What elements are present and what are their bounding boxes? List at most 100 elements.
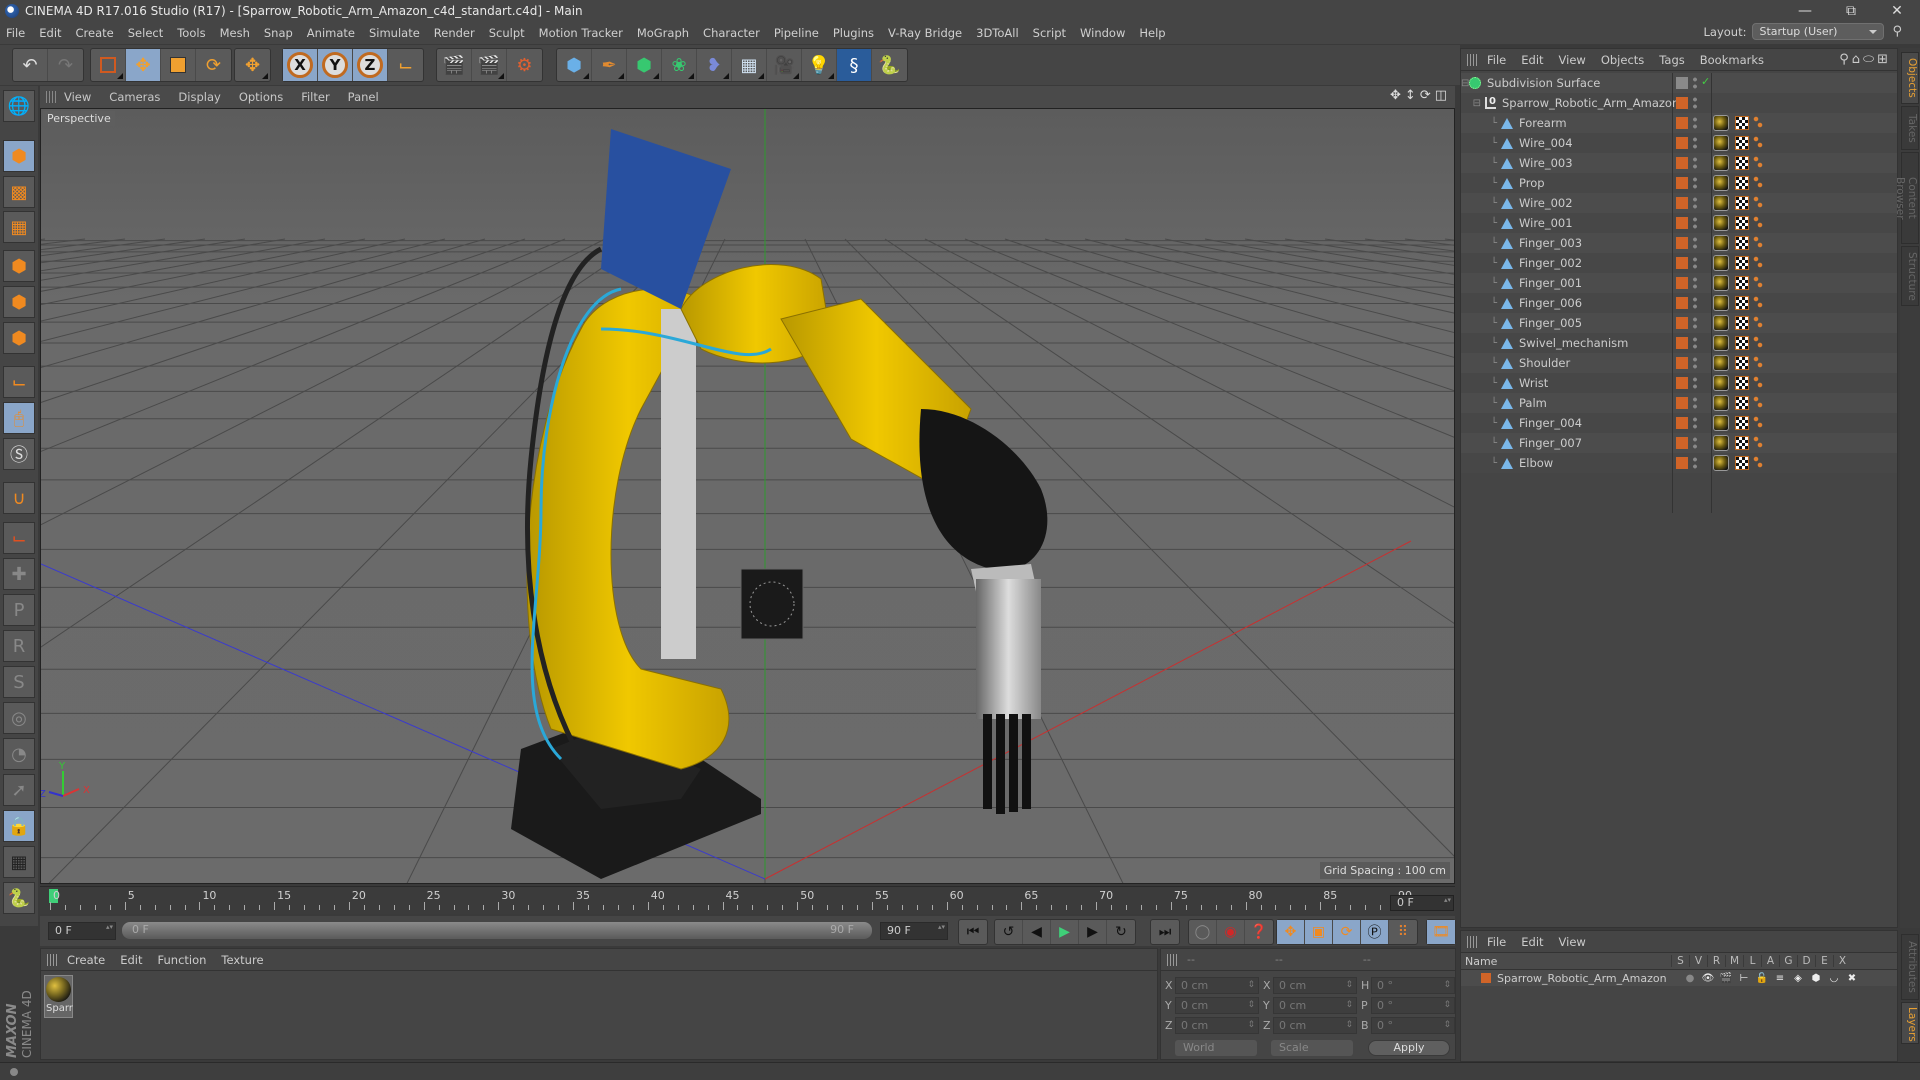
visibility-dots-icon[interactable]	[1693, 96, 1697, 110]
texture-tag-icon[interactable]	[1753, 316, 1763, 330]
layer-color-icon[interactable]	[1676, 337, 1688, 349]
texture-tag-icon[interactable]	[1753, 456, 1763, 470]
size-mode-dropdown[interactable]: Scale	[1271, 1040, 1353, 1056]
lock-toggle-icon[interactable]: 🔓	[1753, 973, 1771, 984]
texture-tag-icon[interactable]	[1753, 416, 1763, 430]
texture-tag-icon[interactable]	[1753, 396, 1763, 410]
script-icon[interactable]: §	[837, 49, 872, 81]
menu-simulate[interactable]: Simulate	[369, 26, 420, 40]
visibility-dots-icon[interactable]	[1693, 116, 1697, 130]
material-tag-icon[interactable]	[1713, 335, 1729, 351]
make-editable-icon[interactable]: 🌐	[3, 90, 35, 122]
visibility-dots-icon[interactable]	[1693, 336, 1697, 350]
position-key-icon[interactable]: P	[3, 594, 35, 626]
layer-column-d[interactable]: D	[1797, 955, 1815, 967]
key-position-icon[interactable]: ✥	[1277, 920, 1305, 944]
object-name[interactable]: Prop	[1519, 176, 1545, 190]
layer-color-icon[interactable]	[1676, 197, 1688, 209]
size-y-field[interactable]: 0 cm	[1273, 997, 1357, 1014]
object-row[interactable]: └ Finger_006	[1461, 293, 1897, 313]
y-axis-lock-button[interactable]: Y	[318, 49, 353, 81]
visibility-dots-icon[interactable]	[1693, 376, 1697, 390]
play-button[interactable]: ▶	[1051, 920, 1079, 944]
material-tag-icon[interactable]	[1713, 415, 1729, 431]
world-coordinates-icon[interactable]: ⌙	[388, 49, 423, 81]
workplane-mode-icon[interactable]: ▦	[3, 211, 35, 243]
uvw-tag-icon[interactable]	[1735, 156, 1749, 170]
texture-tag-icon[interactable]	[1753, 136, 1763, 150]
array-icon[interactable]: ❀	[662, 49, 697, 81]
manager-toggle-icon[interactable]: ⊢	[1735, 973, 1753, 984]
position-z-field[interactable]: 0 cm	[1175, 1017, 1259, 1034]
layer-column-name[interactable]: Name	[1461, 955, 1671, 968]
orbit-icon[interactable]: ⟳	[1420, 88, 1435, 103]
uvw-tag-icon[interactable]	[1735, 136, 1749, 150]
axis-mode-icon[interactable]: ⌙	[3, 366, 35, 398]
3d-viewport[interactable]: Y X Z Perspective Grid Spacing : 100 cm	[40, 108, 1455, 884]
timeline-icon[interactable]: 🎞	[1427, 920, 1455, 944]
visible-toggle-icon[interactable]: 👁	[1699, 973, 1717, 984]
texture-tag-icon[interactable]	[1753, 436, 1763, 450]
render-toggle-icon[interactable]: 🎬	[1717, 973, 1735, 984]
generators-toggle-icon[interactable]: ◈	[1789, 973, 1807, 984]
rotation-h-field[interactable]: 0 °	[1371, 977, 1455, 994]
render-picture-viewer-icon[interactable]: 🎬	[472, 49, 507, 81]
uvw-tag-icon[interactable]	[1735, 216, 1749, 230]
layer-column-g[interactable]: G	[1779, 955, 1797, 967]
lock-workplane-icon[interactable]: 🔒	[3, 810, 35, 842]
tweak-mode-icon[interactable]: 🖰	[3, 402, 35, 434]
menu-mograph[interactable]: MoGraph	[637, 26, 689, 40]
key-point-level-icon[interactable]: ⠿	[1389, 920, 1417, 944]
object-row[interactable]: └ Elbow	[1461, 453, 1897, 473]
tab-structure[interactable]: Structure	[1901, 246, 1919, 306]
menu-script[interactable]: Script	[1033, 26, 1066, 40]
layer-color-icon[interactable]	[1676, 237, 1688, 249]
menu-snap[interactable]: Snap	[264, 26, 293, 40]
edges-mode-icon[interactable]: ⬢	[3, 286, 35, 318]
visibility-dots-icon[interactable]	[1693, 76, 1697, 90]
texture-tag-icon[interactable]	[1753, 176, 1763, 190]
grip-icon[interactable]	[1467, 53, 1477, 66]
size-x-field[interactable]: 0 cm	[1273, 977, 1357, 994]
viewport-menu-display[interactable]: Display	[178, 90, 220, 104]
visibility-dots-icon[interactable]	[1693, 396, 1697, 410]
object-row[interactable]: └ Finger_001	[1461, 273, 1897, 293]
object-row[interactable]: └ Prop	[1461, 173, 1897, 193]
rotate-icon[interactable]: ⟳	[196, 49, 231, 81]
visibility-dots-icon[interactable]	[1693, 456, 1697, 470]
object-name[interactable]: Finger_004	[1519, 416, 1582, 430]
camera-icon[interactable]: 🎥	[767, 49, 802, 81]
search-icon[interactable]: ⚲	[1839, 52, 1852, 67]
material-tag-icon[interactable]	[1713, 395, 1729, 411]
menu-window[interactable]: Window	[1080, 26, 1125, 40]
object-name[interactable]: Wire_004	[1519, 136, 1573, 150]
uvw-tag-icon[interactable]	[1735, 416, 1749, 430]
material-tag-icon[interactable]	[1713, 155, 1729, 171]
go-to-end-button[interactable]: ⏭	[1151, 920, 1179, 944]
texture-tag-icon[interactable]	[1753, 356, 1763, 370]
viewport-menu-options[interactable]: Options	[239, 90, 283, 104]
parameter-key-icon[interactable]: ◎	[3, 702, 35, 734]
material-menu-edit[interactable]: Edit	[120, 953, 142, 967]
redo-icon[interactable]: ↷	[48, 49, 83, 81]
material-tag-icon[interactable]	[1713, 295, 1729, 311]
menu-pipeline[interactable]: Pipeline	[774, 26, 819, 40]
polygons-mode-icon[interactable]: ⬢	[3, 322, 35, 354]
viewport-menu-cameras[interactable]: Cameras	[109, 90, 160, 104]
object-name[interactable]: Finger_003	[1519, 236, 1582, 250]
menu-motion-tracker[interactable]: Motion Tracker	[539, 26, 623, 40]
texture-tag-icon[interactable]	[1753, 336, 1763, 350]
collapse-toggle-icon[interactable]: ⊟	[1461, 98, 1485, 109]
material-tag-icon[interactable]	[1713, 235, 1729, 251]
enabled-check-icon[interactable]: ✓	[1701, 75, 1710, 88]
layer-column-x[interactable]: X	[1833, 955, 1851, 967]
visibility-dots-icon[interactable]	[1693, 316, 1697, 330]
object-menu-file[interactable]: File	[1487, 53, 1506, 67]
layer-color-icon[interactable]	[1676, 137, 1688, 149]
live-selection-icon[interactable]	[91, 49, 126, 81]
key-scale-icon[interactable]: ▣	[1305, 920, 1333, 944]
next-key-button[interactable]: ↻	[1107, 920, 1135, 944]
object-row[interactable]: ⊟ Subdivision Surface ✓	[1461, 73, 1897, 93]
collapse-toggle-icon[interactable]: ⊟	[1461, 78, 1469, 89]
snap-icon[interactable]: ∪	[3, 482, 35, 514]
